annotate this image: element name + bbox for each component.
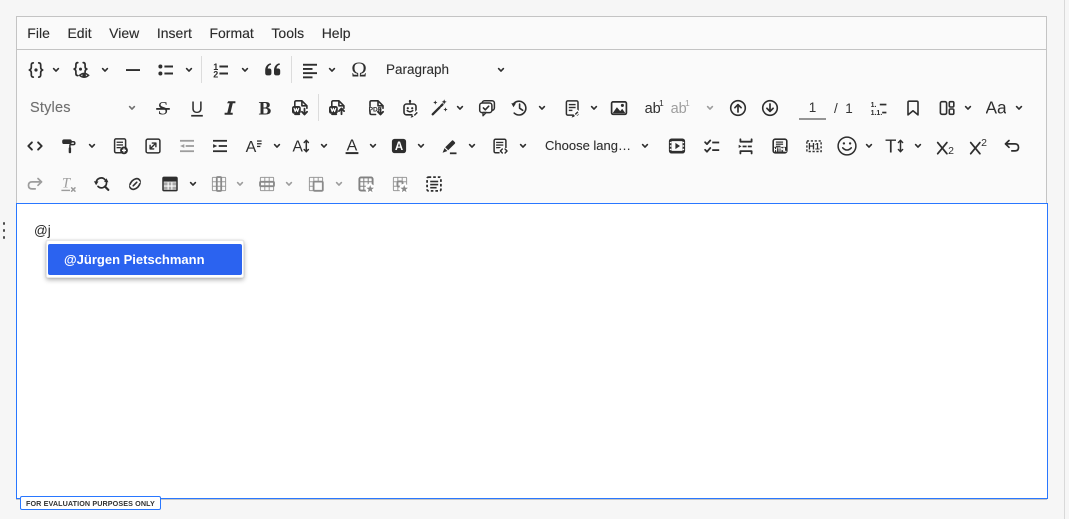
svg-text:Aa: Aa <box>986 98 1006 118</box>
svg-text:1.1.: 1.1. <box>871 109 883 116</box>
svg-text:A: A <box>394 141 402 153</box>
svg-text:A: A <box>347 137 358 154</box>
svg-text:T: T <box>62 175 71 191</box>
svg-text:U: U <box>191 99 203 117</box>
svg-text:B: B <box>259 98 272 118</box>
svg-text:1.: 1. <box>871 101 877 108</box>
svg-text:2: 2 <box>213 69 218 79</box>
svg-text:1: 1 <box>659 98 664 108</box>
svg-text:H1: H1 <box>808 141 820 151</box>
svg-text:2: 2 <box>948 144 954 155</box>
svg-text:A: A <box>246 139 257 156</box>
svg-text:T: T <box>885 136 896 156</box>
svg-text:2: 2 <box>981 136 987 148</box>
svg-text:A: A <box>293 138 304 155</box>
svg-text:Ω: Ω <box>351 60 367 80</box>
svg-text:1: 1 <box>685 98 690 108</box>
